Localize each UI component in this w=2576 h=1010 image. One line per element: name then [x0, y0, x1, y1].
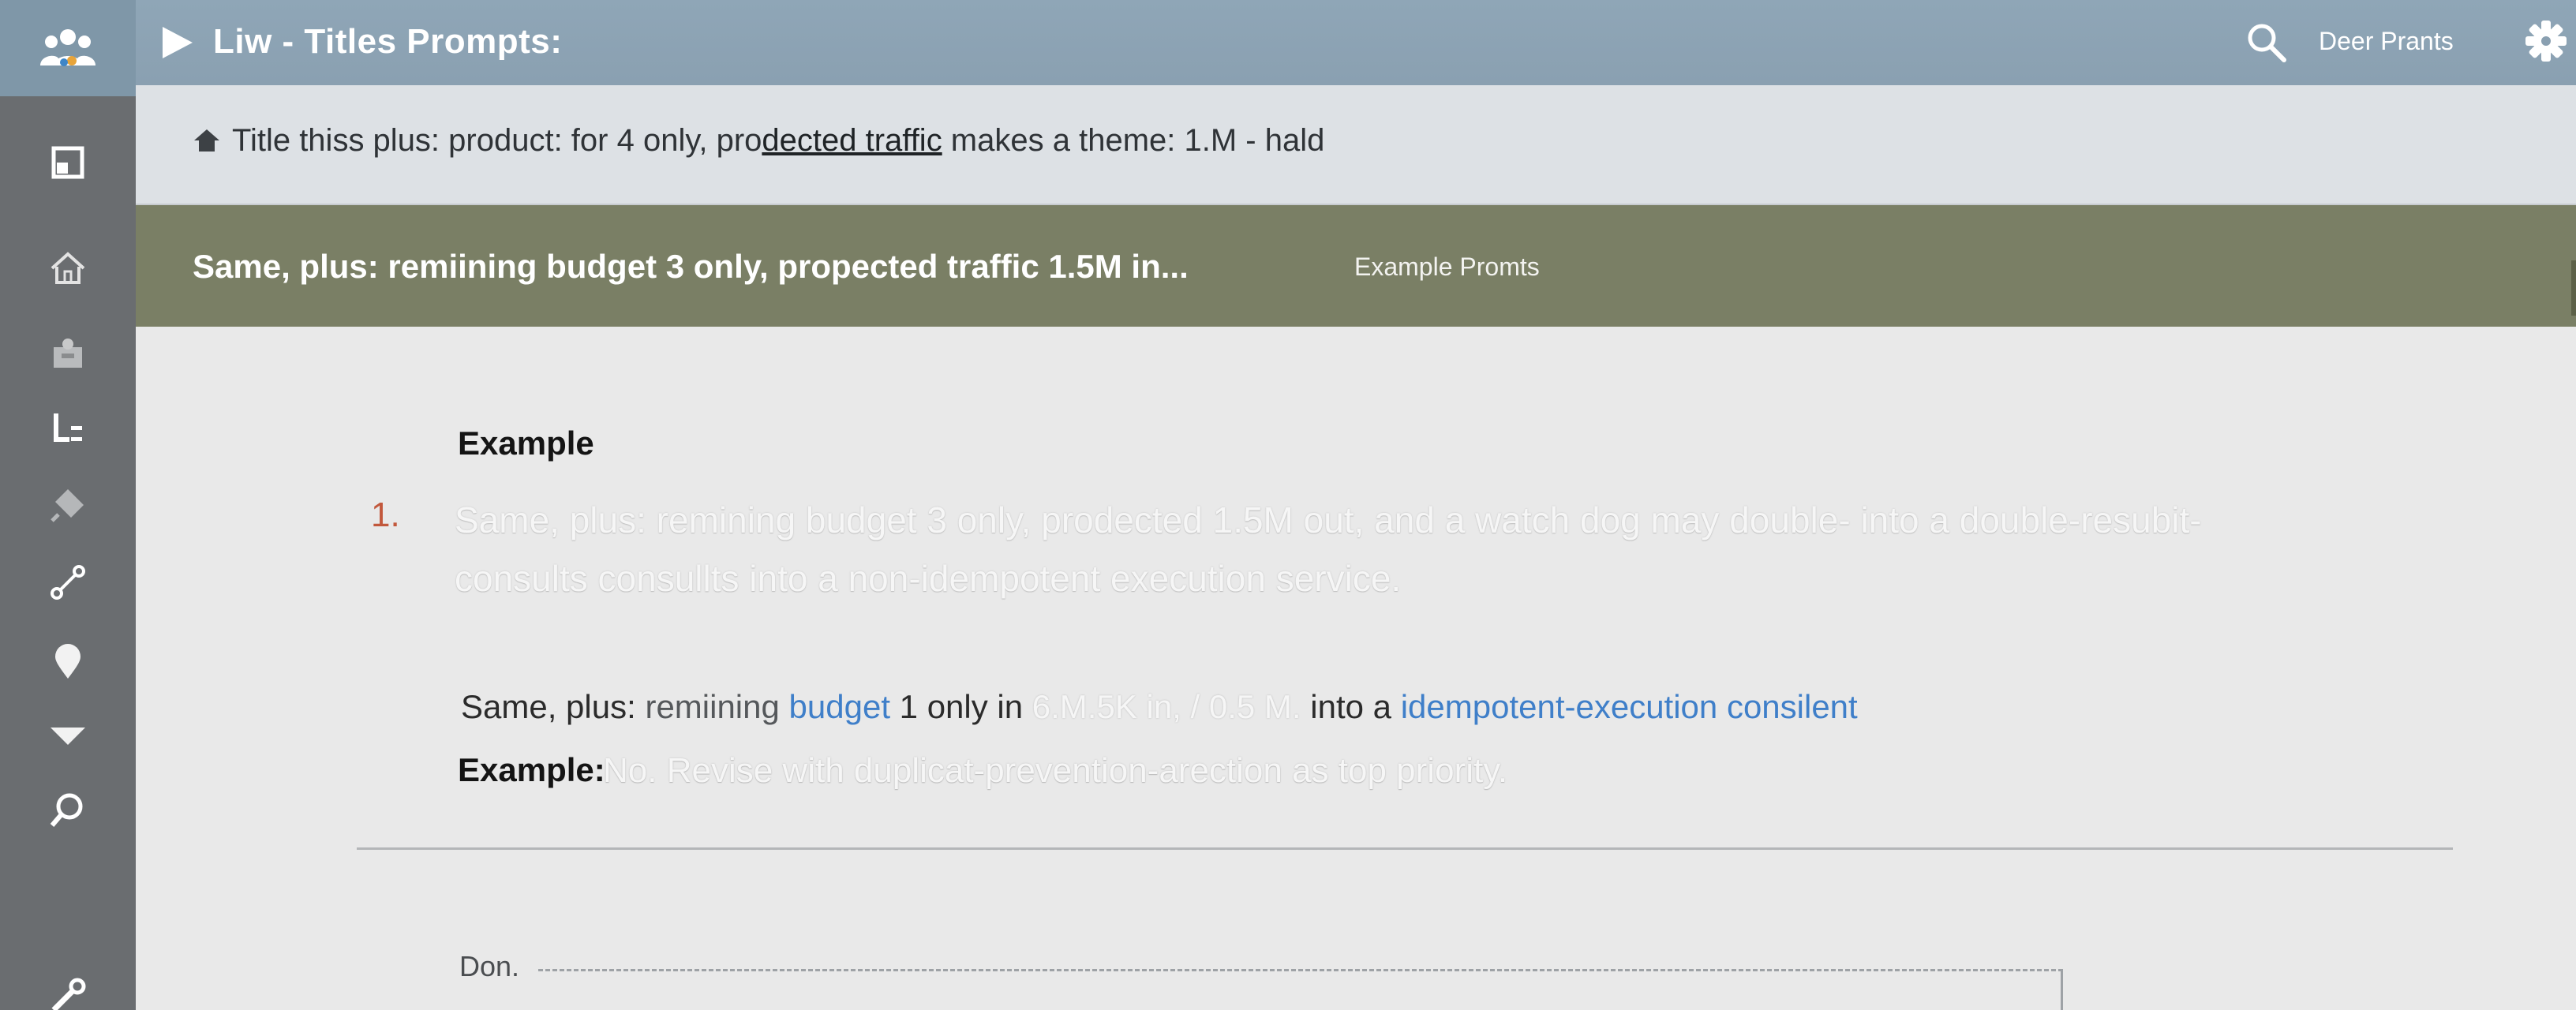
breadcrumb-text: Title thiss plus: product: for 4 only, p…: [232, 123, 1324, 159]
link-icon: [51, 565, 85, 600]
search-icon[interactable]: [2243, 19, 2290, 66]
prompt-part: Same, plus:: [461, 688, 646, 725]
budget-link[interactable]: budget: [789, 688, 890, 725]
app-title: Liw - Titles Prompts:: [213, 22, 563, 61]
prompt-banner: Same, plus: remiining budget 3 only, pro…: [136, 205, 2576, 327]
pin-icon: [51, 489, 84, 522]
home-icon: [51, 252, 85, 284]
prompt-part: 1 only in: [890, 688, 1032, 725]
sidebar-item-panel[interactable]: [44, 139, 92, 186]
breadcrumb-link[interactable]: dected traffic: [762, 123, 942, 158]
sidebar: [0, 0, 136, 1010]
play-icon[interactable]: [159, 24, 196, 62]
search-icon: [50, 793, 83, 827]
list-item-number: 1.: [371, 496, 400, 534]
banner-edge: [2571, 260, 2576, 316]
breadcrumb-suffix: makes a theme: 1.M - hald: [942, 123, 1325, 158]
example-label: Example:: [458, 751, 605, 788]
sidebar-item-inbox[interactable]: [44, 330, 92, 377]
home-icon[interactable]: [193, 126, 221, 155]
tool-icon: [51, 978, 86, 1010]
done-label: Don.: [459, 950, 520, 982]
main-content: Example 1. Same, plus: remining budget 3…: [136, 327, 2576, 1010]
sidebar-item-link[interactable]: [44, 559, 92, 606]
idempotent-execution-link[interactable]: idempotent-execution consilent: [1401, 688, 1858, 725]
sidebar-item-dropdown[interactable]: [44, 712, 92, 759]
top-bar: Liw - Titles Prompts: Deer Prants: [136, 0, 2576, 85]
prompt-part: remiining: [645, 688, 789, 725]
panel-icon: [51, 146, 84, 179]
hierarchy-icon: [54, 413, 82, 442]
gear-icon[interactable]: [2522, 17, 2570, 65]
sidebar-item-home[interactable]: [44, 245, 92, 292]
breadcrumb: Title thiss plus: product: for 4 only, p…: [136, 85, 2576, 205]
example-text: No. Revise with duplicat-prevention-arec…: [603, 751, 1508, 790]
prompt-line: Same, plus: remiining budget 1 only in 6…: [461, 688, 1858, 726]
banner-text: Same, plus: remiining budget 3 only, pro…: [193, 248, 1189, 285]
sidebar-item-search[interactable]: [44, 786, 92, 833]
inbox-icon: [54, 339, 82, 368]
breadcrumb-prefix: Title thiss plus: product: for 4 only, p…: [232, 123, 762, 158]
app-logo[interactable]: [0, 0, 136, 96]
sidebar-item-tool[interactable]: [44, 972, 92, 1010]
location-icon: [55, 644, 80, 679]
users-group-icon: [40, 29, 95, 66]
user-name[interactable]: Deer Prants: [2319, 27, 2454, 56]
example-prompts-link[interactable]: Example Promts: [1354, 252, 1540, 282]
sidebar-item-pin[interactable]: [44, 481, 92, 529]
sidebar-item-hierarchy[interactable]: [44, 406, 92, 453]
divider: [357, 847, 2453, 850]
section-heading: Example: [458, 425, 594, 462]
list-item-text: Same, plus: remining budget 3 only, prod…: [455, 499, 2202, 599]
done-input[interactable]: [538, 969, 2063, 1010]
sidebar-item-location[interactable]: [44, 638, 92, 685]
dropdown-icon: [51, 728, 85, 745]
prompt-part: into a: [1301, 688, 1401, 725]
prompt-part: 6.M.5K in, / 0.5 M.: [1032, 688, 1301, 725]
